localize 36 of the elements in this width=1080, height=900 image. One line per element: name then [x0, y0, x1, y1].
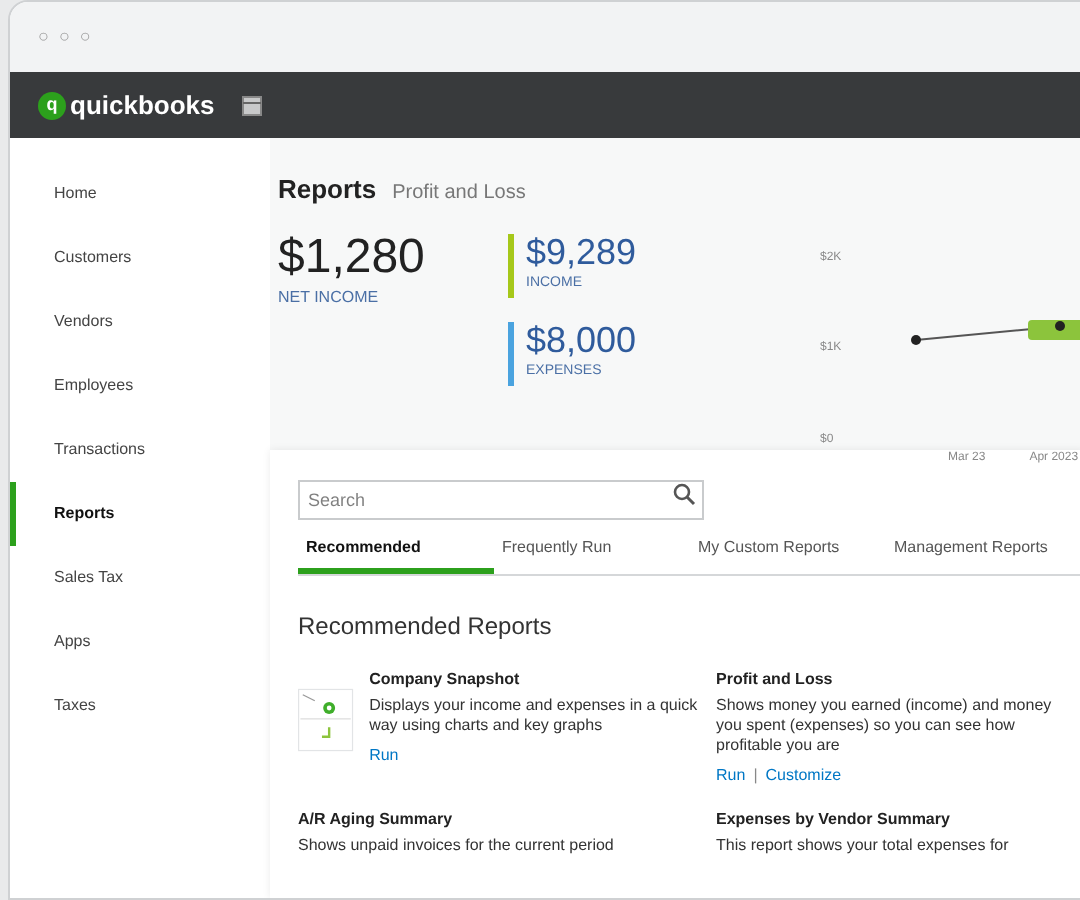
- sidebar-item[interactable]: Sales Tax: [10, 546, 270, 610]
- link-separator: |: [753, 763, 758, 787]
- report-tab[interactable]: My Custom Reports: [690, 529, 886, 573]
- report-tab[interactable]: Frequently Run: [494, 529, 690, 573]
- report-title: Company Snapshot: [369, 667, 522, 691]
- sidebar-item[interactable]: Customers: [10, 226, 270, 290]
- report-link[interactable]: Customize: [765, 763, 842, 787]
- sidebar-item[interactable]: Apps: [10, 610, 270, 674]
- report-title: A/R Aging Summary: [298, 807, 455, 831]
- report-title: Expenses by Vendor Summary: [716, 807, 952, 831]
- sidebar-item[interactable]: Employees: [10, 354, 270, 418]
- net-income-amount: $1,280: [278, 233, 427, 281]
- report-description: This report shows your total expenses for: [716, 835, 1009, 855]
- page-subtitle: Profit and Loss: [392, 180, 526, 208]
- section-title: Recommended Reports: [298, 609, 554, 643]
- report-tab[interactable]: Recommended: [298, 529, 494, 573]
- report-link[interactable]: Run: [716, 763, 746, 787]
- logo-text: quickbooks: [70, 87, 215, 124]
- report-description: Shows unpaid invoices for the current period: [298, 835, 614, 855]
- sidebar-item[interactable]: Vendors: [10, 290, 270, 354]
- amount-label: NET INCOME: [278, 285, 381, 309]
- report-link[interactable]: Run: [369, 743, 399, 767]
- search-field[interactable]: Search: [298, 479, 704, 519]
- report-title: Profit and Loss: [716, 667, 835, 691]
- stat-amount: $8,000: [526, 321, 637, 357]
- report-tab[interactable]: Management Reports: [886, 529, 1080, 573]
- sidebar-item[interactable]: Home: [10, 162, 270, 226]
- sidebar-item[interactable]: Transactions: [10, 418, 270, 482]
- grid-icon[interactable]: [242, 95, 263, 115]
- page-title: Reports: [278, 172, 377, 208]
- logo-mark: q: [38, 91, 66, 119]
- stat-amount: $9,289: [526, 233, 637, 269]
- report-description: Shows money you earned (income) and money you spent (expenses) so you can see how profitable you are: [716, 695, 1054, 755]
- search-icon: [672, 481, 696, 505]
- report-description: Displays your income and expenses in a quick way using charts and key graphs: [369, 695, 700, 735]
- sidebar-item[interactable]: Taxes: [10, 674, 270, 738]
